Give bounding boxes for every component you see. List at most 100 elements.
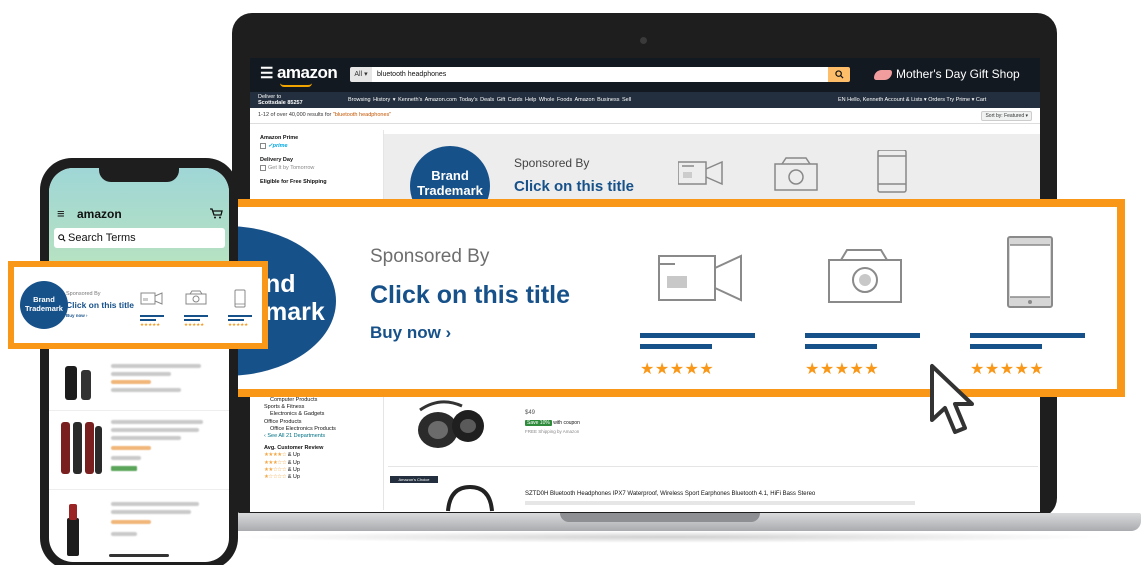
search-input[interactable]: bluetooth headphones <box>372 67 828 82</box>
review-filter-3[interactable]: ★★★☆☆ & Up <box>264 460 384 467</box>
prime-heading: Amazon Prime <box>260 135 299 141</box>
search-button[interactable] <box>828 67 850 82</box>
mobile-sponsored-callout[interactable]: Brand Trademark Sponsored By Click on th… <box>8 261 268 349</box>
deal-badge: Save 10% <box>525 420 552 426</box>
cart-icon[interactable] <box>209 206 223 224</box>
and-up-label: & Up <box>287 466 300 473</box>
prime-filter[interactable]: ✓prime <box>260 142 380 150</box>
search-icon <box>58 234 66 242</box>
sort-dropdown[interactable]: Sort by: Featured ▾ <box>981 111 1032 121</box>
deliver-to[interactable]: Deliver to Scottsdale 85257 <box>258 94 303 106</box>
results-count: 1-12 of over 40,000 results for <box>258 112 332 118</box>
star-rating-icon: ★★★★★ <box>140 322 161 327</box>
dept-sports[interactable]: Sports & Fitness <box>264 404 384 411</box>
deal-suffix: with coupon <box>553 420 580 426</box>
mini-buy-now-link[interactable]: Buy now › <box>66 313 88 318</box>
rating-bar <box>228 319 244 321</box>
phone-search-input[interactable]: Search Terms <box>54 228 225 248</box>
amazon-topbar: ☰ amazon All ▾ bluetooth headphones Mothe… <box>250 58 1040 92</box>
product-title-link[interactable]: SZTD0H Bluetooth Headphones IPX7 Waterpr… <box>525 491 815 497</box>
camera-icon <box>774 157 818 191</box>
webcam <box>640 37 647 44</box>
search-category-label: All <box>354 71 363 78</box>
phone-amazon-logo[interactable]: amazon <box>77 207 122 221</box>
camera-icon <box>828 249 902 303</box>
hamburger-menu-icon[interactable]: ≡ <box>57 206 65 221</box>
star-rating-icon: ★★★★★ <box>805 361 880 378</box>
amazon-logo[interactable]: ☰ amazon <box>260 63 338 83</box>
amazon-smile-icon <box>280 83 312 87</box>
hamburger-menu-icon[interactable]: ☰ <box>260 65 273 82</box>
phone-product-list <box>49 354 229 562</box>
rating-bar <box>228 315 252 317</box>
search-category-select[interactable]: All ▾ <box>350 67 372 82</box>
mini-title-link[interactable]: Click on this title <box>66 300 134 310</box>
deliver-to-location: Scottsdale 85257 <box>258 100 303 106</box>
dept-computer-products[interactable]: Computer Products <box>264 397 384 404</box>
sponsored-title-link[interactable]: Click on this title <box>514 178 634 195</box>
mini-product-3[interactable]: ★★★★★ <box>228 289 254 329</box>
dept-office[interactable]: Office Products <box>264 419 384 426</box>
mini-product-2[interactable]: ★★★★★ <box>184 289 210 329</box>
see-all-departments-link[interactable]: ‹ See All 21 Departments <box>264 433 384 440</box>
blurred-text <box>111 502 199 506</box>
mini-logo-line1: Brand <box>33 295 55 304</box>
dept-electronics[interactable]: Electronics & Gadgets <box>264 411 384 418</box>
nav-links[interactable]: Browsing History ▾ Kenneth's Amazon.com … <box>348 97 631 103</box>
blurred-text <box>111 364 201 368</box>
video-camera-icon <box>658 254 742 302</box>
row-divider <box>388 466 1038 467</box>
delivery-heading: Delivery Day <box>260 157 294 163</box>
dept-office-electronics[interactable]: Office Electronics Products <box>264 426 384 433</box>
callout-buy-now-link[interactable]: Buy now › <box>370 323 451 343</box>
blurred-rating <box>111 520 151 524</box>
star-rating-icon: ★★☆☆☆ <box>264 466 287 473</box>
phone-notch <box>99 168 179 182</box>
rating-bar <box>184 319 200 321</box>
review-filter-1[interactable]: ★☆☆☆☆ & Up <box>264 474 384 481</box>
brand-logo-line2: Trademark <box>417 183 483 198</box>
list-item[interactable] <box>49 412 229 490</box>
results-bar: 1-12 of over 40,000 results for "bluetoo… <box>250 108 1040 124</box>
product-deal: Save 10% with coupon <box>525 420 580 426</box>
callout-logo-line1: nd <box>265 270 296 298</box>
mini-logo-line2: Trademark <box>25 304 63 313</box>
list-item[interactable] <box>49 494 229 562</box>
blurred-price <box>111 456 141 460</box>
and-up-label: & Up <box>287 452 300 459</box>
rating-bar <box>184 315 208 317</box>
blurred-rating <box>111 380 151 384</box>
video-camera-icon <box>677 160 723 186</box>
callout-product-2[interactable]: ★★★★★ <box>805 227 925 387</box>
mini-product-1[interactable]: ★★★★★ <box>140 289 166 329</box>
blurred-text <box>111 510 191 514</box>
blurred-rating <box>111 446 151 450</box>
checkbox-icon[interactable] <box>260 164 266 171</box>
product-subtitle-placeholder <box>525 501 915 505</box>
review-filter-2[interactable]: ★★☆☆☆ & Up <box>264 467 384 474</box>
mini-brand-logo[interactable]: Brand Trademark <box>20 281 68 329</box>
review-filter-4[interactable]: ★★★★☆ & Up <box>264 452 384 459</box>
phone-frame: ≡ amazon Search Terms <box>40 158 238 565</box>
delivery-filter[interactable]: Get It by Tomorrow <box>260 164 380 172</box>
checkbox-icon[interactable] <box>260 142 266 149</box>
callout-product-1[interactable]: ★★★★★ <box>640 227 760 387</box>
rating-bar <box>970 333 1085 338</box>
tablet-icon <box>234 289 246 308</box>
callout-product-3[interactable]: ★★★★★ <box>970 227 1090 387</box>
product-image-earbuds[interactable] <box>410 396 490 460</box>
gift-bow-icon <box>874 69 892 80</box>
amazon-navbar: Deliver to Scottsdale 85257 Browsing His… <box>250 92 1040 108</box>
star-rating-icon: ★★★★★ <box>228 322 249 327</box>
amazons-choice-badge: Amazon's Choice <box>390 476 438 483</box>
camera-icon <box>185 290 207 305</box>
account-nav[interactable]: EN Hello, Kenneth Account & Lists ▾ Orde… <box>838 94 986 103</box>
promo-banner[interactable]: Mother's Day Gift Shop <box>874 67 1020 81</box>
rating-bar <box>805 344 877 349</box>
sponsored-label: Sponsored By <box>514 156 590 170</box>
sponsored-brand-callout[interactable]: nd mark Sponsored By Click on this title… <box>225 199 1125 397</box>
callout-title-link[interactable]: Click on this title <box>370 281 570 310</box>
rating-bar <box>140 315 164 317</box>
product-image-headset[interactable] <box>440 483 500 512</box>
list-item[interactable] <box>49 354 229 411</box>
